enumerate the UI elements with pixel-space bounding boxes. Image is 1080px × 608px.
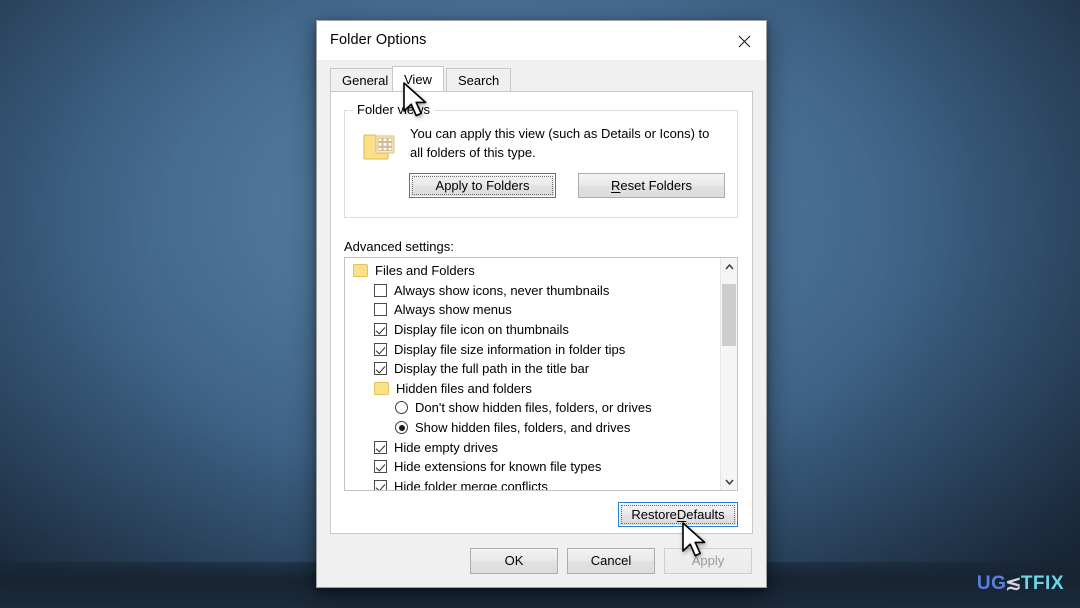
tab-view[interactable]: View [392,66,444,91]
advanced-row[interactable]: Show hidden files, folders, and drives [345,418,719,438]
title-bar: Folder Options [317,21,766,61]
folder-views-group: Folder views You can apply this view (su… [344,102,738,218]
advanced-settings-scrollbar[interactable] [720,258,737,490]
ugetfix-watermark: UG ≲ TFIX [977,572,1064,595]
folder-views-label: Folder views [353,102,434,117]
reset-folders-button[interactable]: Reset Folders [578,173,725,198]
watermark-part3: TFIX [1020,572,1064,594]
advanced-row-label: Hide empty drives [394,439,499,455]
advanced-row-label: Show hidden files, folders, and drives [415,420,631,436]
restore-defaults-pre: Restore [631,507,677,522]
folder-group-icon [374,381,389,395]
advanced-row[interactable]: Always show icons, never thumbnails [345,281,719,301]
advanced-row-label: Files and Folders [375,263,475,279]
advanced-settings-listbox[interactable]: Files and Folders Always show icons, neve… [344,257,738,491]
watermark-part1: UG [976,572,1007,594]
advanced-row-label: Display file size information in folder … [394,341,626,357]
scrollbar-thumb[interactable] [722,284,736,346]
advanced-row-label: Always show menus [394,302,512,318]
advanced-row-label: Don't show hidden files, folders, or dri… [415,400,652,416]
window-title: Folder Options [330,32,427,48]
checkbox-checked[interactable] [374,342,387,356]
advanced-row-label: Display file icon on thumbnails [394,322,569,338]
dialog-footer: OK Cancel Apply [317,534,766,587]
advanced-row[interactable]: Display file size information in folder … [345,339,719,359]
tab-general[interactable]: General [330,68,401,91]
advanced-row-label: Hidden files and folders [396,380,532,396]
advanced-row[interactable]: Don't show hidden files, folders, or dri… [345,398,719,418]
advanced-row[interactable]: Hide extensions for known file types [345,457,719,477]
view-tab-panel: Folder views You can apply this view (su… [330,91,753,534]
checkbox-checked[interactable] [374,362,387,376]
advanced-row-label: Display the full path in the title bar [394,361,590,377]
advanced-row[interactable]: Display file icon on thumbnails [345,320,719,340]
checkbox-unchecked[interactable] [374,283,387,297]
folder-views-description: You can apply this view (such as Details… [410,126,710,160]
advanced-row[interactable]: Hide empty drives [345,437,719,457]
reset-folders-accel: R [611,178,621,193]
restore-defaults-button[interactable]: Restore Defaults [618,502,738,527]
checkbox-unchecked[interactable] [374,303,387,317]
folder-group-icon [353,264,368,278]
advanced-row[interactable]: Files and Folders [345,261,719,281]
advanced-row[interactable]: Hidden files and folders [345,379,719,399]
folder-view-icon [363,131,399,163]
advanced-settings-label: Advanced settings: [344,239,454,254]
advanced-settings-rows: Files and Folders Always show icons, neve… [345,261,719,490]
apply-button: Apply [664,547,752,574]
advanced-row[interactable]: Always show menus [345,300,719,320]
restore-defaults-post: efaults [686,507,725,522]
watermark-part2: ≲ [1005,573,1022,594]
advanced-row-label: Always show icons, never thumbnails [394,282,610,298]
checkbox-checked[interactable] [374,440,387,454]
checkbox-checked[interactable] [374,460,387,474]
advanced-row-label: Hide extensions for known file types [394,459,602,475]
restore-defaults-accel: D [676,507,687,522]
apply-to-folders-button[interactable]: Apply to Folders [409,173,556,198]
reset-folders-rest: eset Folders [620,178,692,193]
folder-views-buttons: Apply to Folders Reset Folders [409,173,725,198]
cancel-button[interactable]: Cancel [567,547,655,574]
ok-button[interactable]: OK [470,547,558,574]
advanced-row[interactable]: Hide folder merge conflicts [345,477,719,491]
close-icon[interactable] [722,21,766,61]
chevron-up-icon[interactable] [721,258,737,275]
chevron-down-icon[interactable] [721,473,737,490]
checkbox-checked[interactable] [374,323,387,337]
radio-unselected[interactable] [395,401,408,415]
advanced-row-label: Hide folder merge conflicts [394,478,548,491]
checkbox-checked[interactable] [374,479,387,490]
folder-options-dialog: Folder Options General View Search Folde… [316,20,767,588]
tab-search[interactable]: Search [446,68,512,91]
tab-strip: General View Search [330,66,766,91]
radio-selected[interactable] [395,421,408,435]
advanced-row[interactable]: Display the full path in the title bar [345,359,719,379]
